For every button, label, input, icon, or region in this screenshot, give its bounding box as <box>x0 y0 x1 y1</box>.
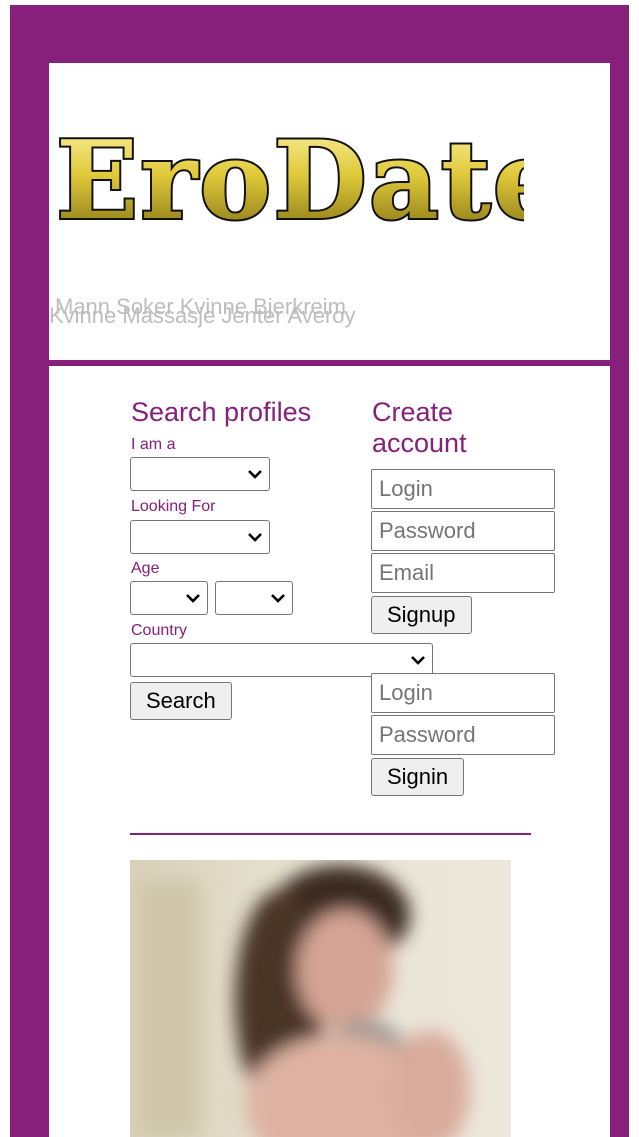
search-profiles-title: Search profiles <box>131 397 312 427</box>
chevron-down-icon <box>186 594 200 603</box>
iam-label: I am a <box>131 436 176 453</box>
signin-password-input[interactable] <box>371 715 555 755</box>
country-select[interactable] <box>130 643 433 677</box>
looking-for-label: Looking For <box>131 498 216 515</box>
signin-button[interactable]: Signin <box>371 758 465 796</box>
signup-email-input[interactable] <box>371 553 555 593</box>
erodate-logo[interactable]: EroDate <box>54 118 524 238</box>
chevron-down-icon <box>248 470 262 479</box>
chevron-down-icon <box>248 533 262 542</box>
age-label: Age <box>131 560 160 577</box>
iam-select[interactable] <box>130 457 270 491</box>
age-to-select[interactable] <box>215 581 293 615</box>
looking-for-select[interactable] <box>130 520 270 554</box>
chevron-down-icon <box>271 594 285 603</box>
signin-login-input[interactable] <box>371 673 555 713</box>
section-divider <box>130 833 531 835</box>
profile-photo[interactable] <box>130 860 511 1137</box>
country-label: Country <box>131 622 188 639</box>
search-button[interactable]: Search <box>130 682 232 720</box>
age-from-select[interactable] <box>130 581 208 615</box>
tagline-line-2[interactable]: Kvinne Massasje Jenter Averoy <box>49 304 356 328</box>
site-header: EroDate Mann Soker Kvinne Bjerkreim Kvin… <box>49 63 610 360</box>
create-account-title: Create account <box>372 397 467 459</box>
signup-password-input[interactable] <box>371 511 555 551</box>
create-account-title-line2: account <box>372 428 467 458</box>
signup-button[interactable]: Signup <box>371 596 472 634</box>
chevron-down-icon <box>411 656 425 665</box>
svg-text:EroDate: EroDate <box>56 118 524 238</box>
signup-login-input[interactable] <box>371 469 555 509</box>
create-account-title-line1: Create <box>372 397 454 427</box>
